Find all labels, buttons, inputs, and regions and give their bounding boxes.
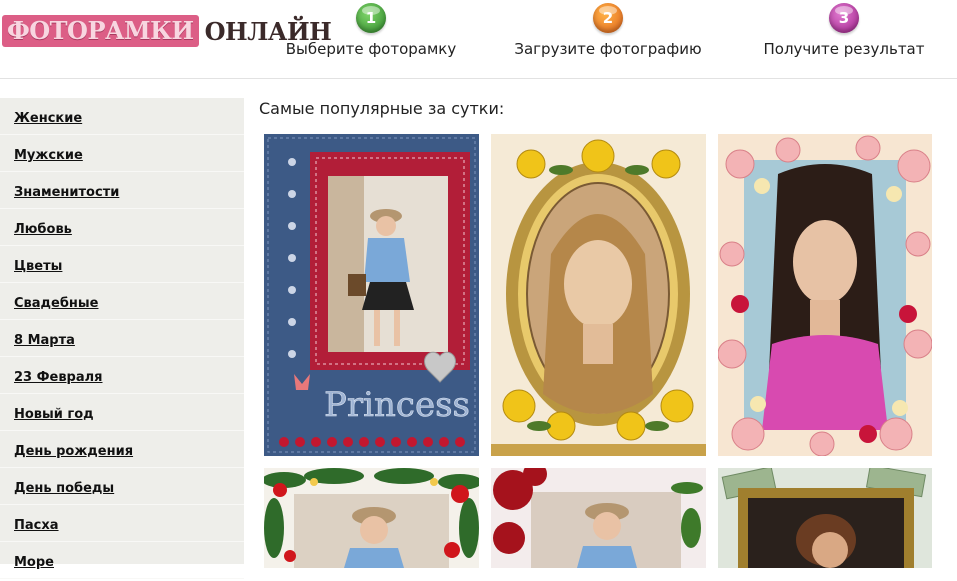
sidebar-item-new-year[interactable]: Новый год: [0, 394, 244, 431]
step-3-label: Получите результат: [763, 40, 925, 58]
sidebar-item-label[interactable]: День победы: [14, 481, 114, 496]
frame-thumbnail-golden-roses[interactable]: [491, 134, 706, 456]
category-sidebar: Женские Мужские Знаменитости Любовь Цвет…: [0, 98, 244, 579]
sidebar-item-sea[interactable]: Море: [0, 542, 244, 579]
pastel-flowers-frame-image: [718, 134, 932, 456]
red-roses-frame-image: [491, 468, 706, 568]
sidebar-item-celebrities[interactable]: Знаменитости: [0, 172, 244, 209]
sidebar-item-label[interactable]: День рождения: [14, 444, 133, 459]
golden-roses-frame-image: [491, 134, 706, 456]
frame-thumbnail-denim-princess[interactable]: Princess: [264, 134, 479, 456]
frame-thumbnail-money-gold[interactable]: [718, 468, 932, 568]
sidebar-item-label[interactable]: Море: [14, 555, 54, 570]
sidebar-item-label[interactable]: Пасха: [14, 518, 59, 533]
sidebar-item-wedding[interactable]: Свадебные: [0, 283, 244, 320]
sidebar-item-label[interactable]: Свадебные: [14, 296, 99, 311]
frame-thumbnail-christmas[interactable]: [264, 468, 479, 568]
sidebar-item-label[interactable]: 8 Марта: [14, 333, 75, 348]
sidebar-item-easter[interactable]: Пасха: [0, 505, 244, 542]
sidebar-item-march-8[interactable]: 8 Марта: [0, 320, 244, 357]
sidebar-item-label[interactable]: Новый год: [14, 407, 94, 422]
sidebar-item-mens[interactable]: Мужские: [0, 135, 244, 172]
step-upload-photo[interactable]: 2 Загрузите фотографию: [508, 0, 708, 70]
sidebar-item-label[interactable]: 23 Февраля: [14, 370, 103, 385]
site-header: ФОТОРАМКИ ОНЛАЙН 1 Выберите фоторамку 2 …: [0, 0, 957, 79]
frame-thumbnail-red-roses[interactable]: [491, 468, 706, 568]
denim-frame-image: Princess: [264, 134, 479, 456]
christmas-frame-image: [264, 468, 479, 568]
frame-thumbnail-pastel-flowers[interactable]: [718, 134, 932, 456]
step-3-badge: 3: [829, 3, 859, 33]
logo-text-part1: ФОТОРАМКИ: [2, 15, 199, 47]
sidebar-item-victory-day[interactable]: День победы: [0, 468, 244, 505]
sidebar-item-label[interactable]: Цветы: [14, 259, 62, 274]
princess-caption: Princess: [324, 385, 470, 425]
sidebar-item-womens[interactable]: Женские: [0, 98, 244, 135]
sidebar-item-birthday[interactable]: День рождения: [0, 431, 244, 468]
step-2-badge: 2: [593, 3, 623, 33]
step-get-result[interactable]: 3 Получите результат: [758, 0, 930, 70]
sidebar-item-label[interactable]: Любовь: [14, 222, 72, 237]
category-list: Женские Мужские Знаменитости Любовь Цвет…: [0, 98, 244, 579]
sidebar-item-flowers[interactable]: Цветы: [0, 246, 244, 283]
step-2-label: Загрузите фотографию: [514, 40, 702, 58]
step-1-label: Выберите фоторамку: [285, 40, 457, 58]
sidebar-item-label[interactable]: Мужские: [14, 148, 83, 163]
money-gold-frame-image: [718, 468, 932, 568]
sidebar-item-february-23[interactable]: 23 Февраля: [0, 357, 244, 394]
sidebar-item-love[interactable]: Любовь: [0, 209, 244, 246]
step-1-badge: 1: [356, 3, 386, 33]
sidebar-item-label[interactable]: Женские: [14, 111, 82, 126]
step-choose-frame[interactable]: 1 Выберите фоторамку: [281, 0, 461, 70]
sidebar-item-label[interactable]: Знаменитости: [14, 185, 119, 200]
popular-heading: Самые популярные за сутки:: [259, 99, 505, 118]
